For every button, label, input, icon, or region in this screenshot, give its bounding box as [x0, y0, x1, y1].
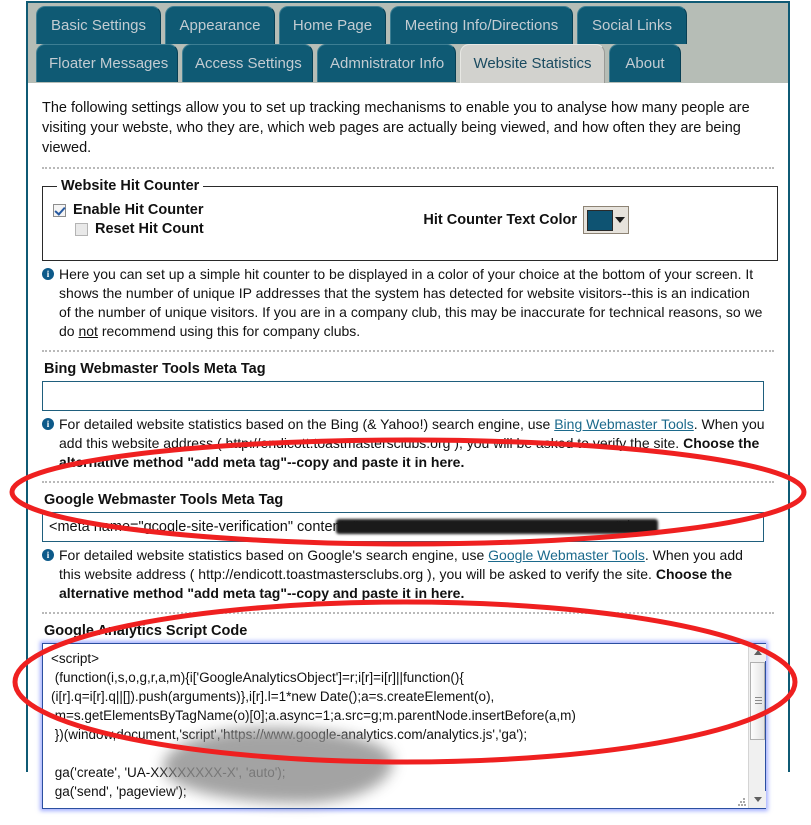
- google-analytics-label: Google Analytics Script Code: [44, 623, 248, 639]
- hit-counter-note-part2: recommend using this for company clubs.: [97, 323, 361, 339]
- enable-hit-counter-row[interactable]: Enable Hit Counter: [53, 202, 767, 218]
- google-analytics-code-textarea[interactable]: <script> (function(i,s,o,g,r,a,m){i['Goo…: [43, 644, 749, 808]
- textarea-resize-handle[interactable]: [738, 798, 746, 806]
- google-webmaster-note-text: For detailed website statistics based on…: [59, 546, 765, 603]
- bing-meta-tag-label: Bing Webmaster Tools Meta Tag: [44, 361, 266, 377]
- tab-basic-settings[interactable]: Basic Settings: [36, 6, 161, 44]
- reset-hit-count-label: Reset Hit Count: [95, 221, 204, 237]
- hit-counter-note-emphasis: not: [78, 323, 98, 339]
- tab-panel-website-statistics: The following settings allow you to set …: [28, 83, 788, 809]
- info-icon: i: [42, 549, 54, 561]
- info-icon: i: [42, 268, 54, 280]
- gwm-note-part1: For detailed website statistics based on…: [59, 547, 489, 563]
- website-hit-counter-group: Website Hit Counter Enable Hit Counter R…: [42, 178, 778, 261]
- triangle-up-icon: [753, 650, 762, 655]
- tab-appearance[interactable]: Appearance: [165, 6, 275, 44]
- bing-note: i For detailed website statistics based …: [42, 415, 774, 472]
- google-meta-tag-label: Google Webmaster Tools Meta Tag: [44, 492, 284, 508]
- clipped-note-below-fold: [42, 814, 774, 825]
- google-analytics-textarea-wrapper: <script> (function(i,s,o,g,r,a,m){i['Goo…: [42, 643, 766, 809]
- tab-social-links[interactable]: Social Links: [577, 6, 687, 44]
- bing-note-part1: For detailed website statistics based on…: [59, 416, 555, 432]
- color-picker-button[interactable]: [583, 206, 629, 234]
- tab-meeting-info-directions[interactable]: Meeting Info/Directions: [390, 6, 573, 44]
- tab-website-statistics[interactable]: Website Statistics: [460, 44, 605, 83]
- tab-home-page[interactable]: Home Page: [279, 6, 386, 44]
- reset-hit-count-checkbox[interactable]: [75, 222, 88, 236]
- tab-floater-messages[interactable]: Floater Messages: [36, 44, 178, 82]
- scrollbar-thumb[interactable]: [750, 662, 765, 740]
- redaction-bar: [336, 519, 658, 534]
- bing-webmaster-tools-link[interactable]: Bing Webmaster Tools: [554, 416, 694, 432]
- reset-hit-count-row[interactable]: Reset Hit Count: [75, 221, 767, 237]
- tab-row-1: Basic Settings Appearance Home Page Meet…: [28, 6, 788, 44]
- settings-window: Basic Settings Appearance Home Page Meet…: [26, 1, 790, 809]
- scroll-up-button[interactable]: [749, 644, 766, 661]
- enable-hit-counter-checkbox[interactable]: [53, 203, 66, 217]
- google-webmaster-note: i For detailed website statistics based …: [42, 546, 774, 603]
- color-swatch: [587, 209, 613, 231]
- tab-row-2: Floater Messages Access Settings Admnist…: [28, 44, 788, 83]
- triangle-down-icon: [753, 797, 762, 802]
- intro-paragraph: The following settings allow you to set …: [42, 100, 750, 156]
- chevron-down-icon: [615, 217, 625, 223]
- hit-counter-note-text: Here you can set up a simple hit counter…: [59, 265, 765, 341]
- hit-counter-legend: Website Hit Counter: [61, 178, 200, 194]
- bing-note-text: For detailed website statistics based on…: [59, 415, 765, 472]
- enable-hit-counter-label: Enable Hit Counter: [73, 202, 204, 218]
- tab-about[interactable]: About: [609, 44, 681, 82]
- tab-strip: Basic Settings Appearance Home Page Meet…: [28, 3, 788, 83]
- info-icon: i: [42, 418, 54, 430]
- divider: [42, 167, 774, 169]
- divider: [42, 350, 774, 352]
- hit-counter-color-label: Hit Counter Text Color: [423, 212, 577, 228]
- google-webmaster-tools-link[interactable]: Google Webmaster Tools: [488, 547, 645, 563]
- tab-administrator-info[interactable]: Admnistrator Info: [317, 44, 456, 82]
- grip-icon: [755, 697, 762, 704]
- textarea-scrollbar[interactable]: [748, 644, 766, 808]
- hit-counter-note: i Here you can set up a simple hit count…: [42, 265, 774, 341]
- bing-meta-tag-input[interactable]: [42, 381, 764, 411]
- hit-counter-color-control: Hit Counter Text Color: [423, 206, 629, 234]
- google-meta-tag-field-wrapper: [42, 512, 764, 542]
- divider: [42, 612, 774, 614]
- scroll-down-button[interactable]: [749, 791, 766, 808]
- tab-access-settings[interactable]: Access Settings: [182, 44, 313, 82]
- divider: [42, 481, 774, 483]
